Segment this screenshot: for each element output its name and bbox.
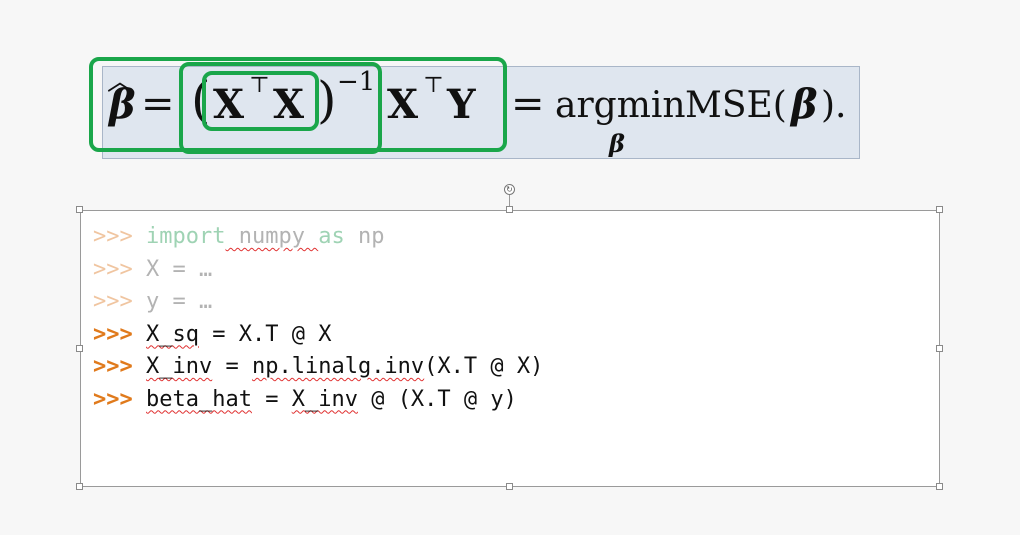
resize-handle-bottom-left[interactable] [76,483,83,490]
highlight-box-xtx [202,71,319,131]
resize-handle-bottom-right[interactable] [936,483,943,490]
code-text: X = … [132,256,213,282]
code-line-xsq: >>> X_sq = X.T @ X [93,319,543,352]
resize-handle-top-right[interactable] [936,206,943,213]
argmin-subscript: β [609,129,625,158]
prompt: >>> [93,224,133,249]
rotate-handle-icon[interactable]: ↻ [504,184,515,195]
resize-handle-top[interactable] [506,206,513,213]
resize-handle-right[interactable] [936,345,943,352]
code-block: >>> import numpy as np >>> X = … >>> y =… [93,221,543,416]
alias: np [344,224,385,249]
variable-x-inv: X_inv [146,354,213,379]
beta-symbol: β [791,81,818,128]
equals-sign: = [511,81,545,127]
code-text: = X.T @ X [198,321,332,347]
resize-handle-top-left[interactable] [76,206,83,213]
code-line-import: >>> import numpy as np [93,221,543,254]
code-text: = [212,354,252,379]
code-text: y = … [132,289,213,314]
code-textbox[interactable]: >>> import numpy as np >>> X = … >>> y =… [80,210,940,487]
code-text: @ (X.T @ y) [357,386,517,412]
keyword-as: as [318,224,345,249]
code-text: = [251,386,292,412]
prompt: >>> [93,354,133,379]
function-call: np.linalg.inv [251,354,425,379]
module-name: numpy [225,224,319,249]
code-line-xinv: >>> X_inv = np.linalg.inv(X.T @ X) [93,351,543,384]
argmin-operator: argmin [555,85,686,126]
resize-handle-bottom[interactable] [506,483,513,490]
variable-beta-hat: beta_hat [146,386,252,412]
code-line-beta: >>> beta_hat = X_inv @ (X.T @ y) [93,384,543,417]
prompt: >>> [93,256,133,282]
resize-handle-left[interactable] [76,345,83,352]
prompt: >>> [93,321,133,347]
code-line-x: >>> X = … [93,254,543,287]
prompt: >>> [93,386,133,412]
keyword-import: import [146,224,226,249]
code-line-y: >>> y = … [93,286,543,319]
variable-x-sq: X_sq [146,321,199,347]
variable-x-inv: X_inv [291,386,358,412]
prompt: >>> [93,289,133,314]
mse-close: ). [821,85,847,126]
code-text: (X.T @ X) [424,354,544,379]
mse-function: MSE( [685,85,787,126]
